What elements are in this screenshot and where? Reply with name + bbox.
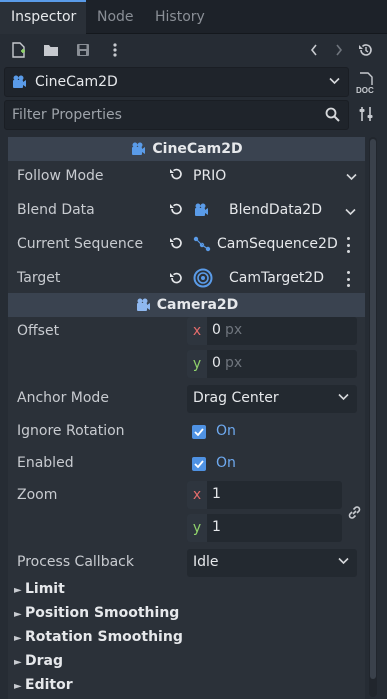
offset-x-unit: px xyxy=(225,322,243,338)
object-selector[interactable]: CineCam2D xyxy=(4,67,349,97)
zoom-y-value: 1 xyxy=(212,519,221,535)
chevron-right-icon: ► xyxy=(14,609,22,620)
tab-history[interactable]: History xyxy=(155,0,215,34)
section-title: Camera2D xyxy=(156,297,239,313)
cinecam-icon xyxy=(130,142,146,156)
section-title: CineCam2D xyxy=(152,141,243,157)
blend-data-label: Blend Data xyxy=(17,202,95,218)
filter-properties-input[interactable]: Filter Properties xyxy=(4,100,349,130)
revert-icon[interactable] xyxy=(169,167,183,185)
scrollbar-thumb[interactable] xyxy=(370,139,376,679)
target-node-icon xyxy=(193,268,213,292)
axis-y-label: y xyxy=(187,350,207,378)
more-icon[interactable] xyxy=(346,271,350,287)
target-label: Target xyxy=(17,270,61,286)
group-label: Limit xyxy=(25,581,65,597)
ignore-rotation-checkbox[interactable] xyxy=(192,425,206,439)
axis-y-label: y xyxy=(187,514,207,542)
group-drag[interactable]: ► Drag xyxy=(14,653,63,669)
tab-node[interactable]: Node xyxy=(97,0,137,34)
group-position-smoothing[interactable]: ► Position Smoothing xyxy=(14,605,179,621)
axis-x-label: x xyxy=(187,481,207,509)
ignore-rotation-label: Ignore Rotation xyxy=(17,423,125,439)
offset-y-value: 0 xyxy=(212,355,221,371)
revert-icon[interactable] xyxy=(169,236,183,254)
enabled-checkbox[interactable] xyxy=(192,457,206,471)
more-icon[interactable] xyxy=(107,42,123,58)
process-callback-dropdown[interactable]: Idle xyxy=(187,549,357,577)
more-icon[interactable] xyxy=(346,237,350,253)
doc-button[interactable]: DOC xyxy=(356,72,376,95)
blend-data-resource[interactable]: BlendData2D xyxy=(229,202,322,218)
tab-inspector[interactable]: Inspector xyxy=(0,0,86,34)
chevron-down-icon xyxy=(338,554,349,568)
offset-y-unit: px xyxy=(225,355,243,371)
group-rotation-smoothing[interactable]: ► Rotation Smoothing xyxy=(14,629,183,645)
history-icon[interactable] xyxy=(358,42,374,58)
cinecam-node-icon xyxy=(11,74,27,94)
object-name: CineCam2D xyxy=(35,74,118,90)
back-icon[interactable] xyxy=(306,42,322,58)
offset-label: Offset xyxy=(17,323,60,339)
dock-tabs: Inspector Node History xyxy=(0,0,387,34)
new-resource-icon[interactable] xyxy=(11,42,27,58)
process-callback-value: Idle xyxy=(193,554,219,570)
chevron-right-icon: ► xyxy=(14,585,22,596)
group-editor[interactable]: ► Editor xyxy=(14,677,73,693)
zoom-label: Zoom xyxy=(17,487,58,503)
enabled-value[interactable]: On xyxy=(216,455,236,471)
group-label: Editor xyxy=(25,677,73,693)
group-limit[interactable]: ► Limit xyxy=(14,581,65,597)
forward-icon[interactable] xyxy=(331,42,347,58)
chevron-down-icon[interactable] xyxy=(345,205,356,219)
zoom-x-field[interactable]: x 1 xyxy=(187,481,342,509)
section-header-camera2d: Camera2D xyxy=(8,293,365,317)
save-icon[interactable] xyxy=(75,42,91,58)
camera2d-icon xyxy=(135,298,151,312)
svg-text:DOC: DOC xyxy=(356,86,374,94)
follow-mode-dropdown[interactable]: PRIO xyxy=(193,168,226,184)
search-icon xyxy=(325,107,340,126)
current-sequence-label: Current Sequence xyxy=(17,236,144,252)
zoom-y-field[interactable]: y 1 xyxy=(187,514,342,542)
axis-x-label: x xyxy=(187,317,207,345)
group-label: Drag xyxy=(25,653,63,669)
ignore-rotation-value[interactable]: On xyxy=(216,423,236,439)
current-sequence-node[interactable]: CamSequence2D xyxy=(217,236,338,252)
filter-placeholder: Filter Properties xyxy=(12,107,122,123)
tools-icon[interactable] xyxy=(358,106,374,126)
anchor-mode-dropdown[interactable]: Drag Center xyxy=(187,385,357,413)
link-icon[interactable] xyxy=(347,505,362,524)
process-callback-label: Process Callback xyxy=(17,554,134,570)
chevron-down-icon xyxy=(338,390,349,404)
chevron-down-icon[interactable] xyxy=(346,170,357,184)
revert-icon[interactable] xyxy=(169,271,183,289)
blend-data-resource-icon xyxy=(193,203,209,221)
chevron-down-icon xyxy=(329,74,340,89)
section-header-cinecam2d: CineCam2D xyxy=(8,137,365,161)
scrollbar[interactable] xyxy=(369,137,377,697)
inspector-toolbar xyxy=(0,34,387,66)
offset-y-field[interactable]: y 0 px xyxy=(187,350,357,378)
group-label: Rotation Smoothing xyxy=(25,629,183,645)
revert-icon[interactable] xyxy=(169,202,183,220)
anchor-mode-label: Anchor Mode xyxy=(17,390,109,406)
group-label: Position Smoothing xyxy=(25,605,180,621)
offset-x-field[interactable]: x 0 px xyxy=(187,317,357,345)
open-folder-icon[interactable] xyxy=(43,42,59,58)
chevron-right-icon: ► xyxy=(14,657,22,668)
sequence-node-icon xyxy=(193,236,211,256)
zoom-x-value: 1 xyxy=(212,486,221,502)
offset-x-value: 0 xyxy=(212,322,221,338)
chevron-right-icon: ► xyxy=(14,681,22,692)
enabled-label: Enabled xyxy=(17,455,74,471)
chevron-right-icon: ► xyxy=(14,633,22,644)
target-node[interactable]: CamTarget2D xyxy=(229,270,324,286)
follow-mode-label: Follow Mode xyxy=(17,168,104,184)
anchor-mode-value: Drag Center xyxy=(193,390,279,406)
